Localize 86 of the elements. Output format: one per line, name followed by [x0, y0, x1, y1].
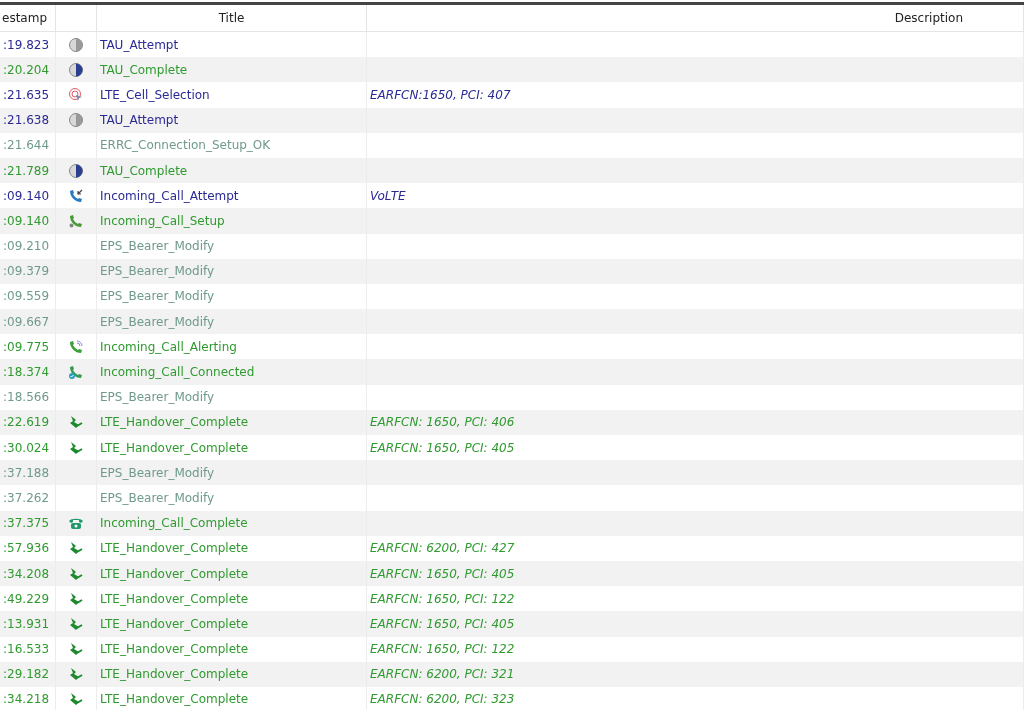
timestamp: :21.638: [3, 113, 50, 128]
event-description: EARFCN: 6200, PCI: 321: [370, 667, 515, 682]
timestamp: :34.208: [3, 566, 50, 581]
timestamp: :30.024: [3, 440, 50, 455]
timestamp: :22.619: [3, 415, 50, 430]
event-title: TAU_Attempt: [100, 113, 179, 128]
phone-check-icon: [68, 364, 84, 381]
event-title: EPS_Bearer_Modify: [100, 239, 215, 254]
timestamp: :34.218: [3, 692, 50, 707]
half-circle-icon: [68, 36, 84, 53]
incoming-call-icon: [68, 187, 84, 204]
event-title: LTE_Handover_Complete: [100, 566, 249, 581]
event-description: VoLTE: [370, 188, 406, 203]
event-title: LTE_Handover_Complete: [100, 616, 249, 631]
timestamp: :21.644: [3, 138, 50, 153]
handover-icon: [68, 439, 84, 456]
event-title: Incoming_Call_Alerting: [100, 339, 237, 354]
timestamp: :16.533: [3, 642, 50, 657]
timestamp: :21.635: [3, 87, 50, 102]
phone-icon: [68, 212, 84, 229]
handover-icon: [68, 590, 84, 607]
handover-icon: [68, 565, 84, 582]
column-header[interactable]: Description: [894, 11, 963, 25]
event-title: EPS_Bearer_Modify: [100, 490, 215, 505]
event-description: EARFCN: 6200, PCI: 323: [370, 692, 515, 707]
timestamp: :20.204: [3, 62, 50, 77]
handover-icon: [68, 615, 84, 632]
timestamp: :09.210: [3, 239, 50, 254]
timestamp: :21.789: [3, 163, 50, 178]
timestamp: :18.566: [3, 390, 50, 405]
event-title: ERRC_Connection_Setup_OK: [100, 138, 271, 153]
event-description: EARFCN: 1650, PCI: 122: [370, 642, 515, 657]
timestamp: :09.559: [3, 289, 50, 304]
event-title: LTE_Handover_Complete: [100, 440, 249, 455]
column-header[interactable]: Title: [218, 11, 245, 25]
event-description: EARFCN:1650, PCI: 407: [370, 87, 511, 102]
event-description: EARFCN: 1650, PCI: 406: [370, 415, 515, 430]
timestamp: :37.375: [3, 516, 50, 531]
timestamp: :18.374: [3, 365, 50, 380]
half-circle-icon: [68, 162, 84, 179]
event-title: EPS_Bearer_Modify: [100, 390, 215, 405]
handover-icon: [68, 691, 84, 708]
event-title: TAU_Complete: [100, 62, 188, 77]
event-title: LTE_Cell_Selection: [100, 87, 210, 102]
handover-icon: [68, 540, 84, 557]
timestamp: :37.188: [3, 465, 50, 480]
event-title: EPS_Bearer_Modify: [100, 289, 215, 304]
event-title: LTE_Handover_Complete: [100, 415, 249, 430]
timestamp: :19.823: [3, 37, 50, 52]
handover-icon: [68, 641, 84, 658]
event-description: EARFCN: 1650, PCI: 405: [370, 566, 515, 581]
event-title: EPS_Bearer_Modify: [100, 465, 215, 480]
timestamp: :57.936: [3, 541, 50, 556]
handover-icon: [68, 666, 84, 683]
timestamp: :13.931: [3, 616, 50, 631]
timestamp: :09.379: [3, 264, 50, 279]
event-title: Incoming_Call_Attempt: [100, 188, 239, 203]
event-title: LTE_Handover_Complete: [100, 642, 249, 657]
half-circle-icon: [68, 112, 84, 129]
event-title: TAU_Attempt: [100, 37, 179, 52]
timestamp: :09.667: [3, 314, 50, 329]
timestamp: :09.775: [3, 339, 50, 354]
event-description: EARFCN: 1650, PCI: 405: [370, 440, 515, 455]
column-header[interactable]: estamp: [2, 11, 47, 25]
event-title: LTE_Handover_Complete: [100, 591, 249, 606]
event-title: TAU_Complete: [100, 163, 188, 178]
target-cursor-icon: [68, 86, 84, 103]
timestamp: :49.229: [3, 591, 50, 606]
half-circle-icon: [68, 61, 84, 78]
event-description: EARFCN: 1650, PCI: 405: [370, 616, 515, 631]
event-title: Incoming_Call_Setup: [100, 213, 225, 228]
handover-icon: [68, 414, 84, 431]
timestamp: :37.262: [3, 490, 50, 505]
ringing-phone-icon: [68, 338, 84, 355]
event-description: EARFCN: 6200, PCI: 427: [370, 541, 515, 556]
event-title: Incoming_Call_Connected: [100, 365, 255, 380]
event-description: EARFCN: 1650, PCI: 122: [370, 591, 515, 606]
event-title: LTE_Handover_Complete: [100, 667, 249, 682]
timestamp: :09.140: [3, 213, 50, 228]
event-title: EPS_Bearer_Modify: [100, 314, 215, 329]
event-title: EPS_Bearer_Modify: [100, 264, 215, 279]
timestamp: :09.140: [3, 188, 50, 203]
event-title: Incoming_Call_Complete: [100, 516, 248, 531]
event-title: LTE_Handover_Complete: [100, 692, 249, 707]
event-title: LTE_Handover_Complete: [100, 541, 249, 556]
timestamp: :29.182: [3, 667, 50, 682]
